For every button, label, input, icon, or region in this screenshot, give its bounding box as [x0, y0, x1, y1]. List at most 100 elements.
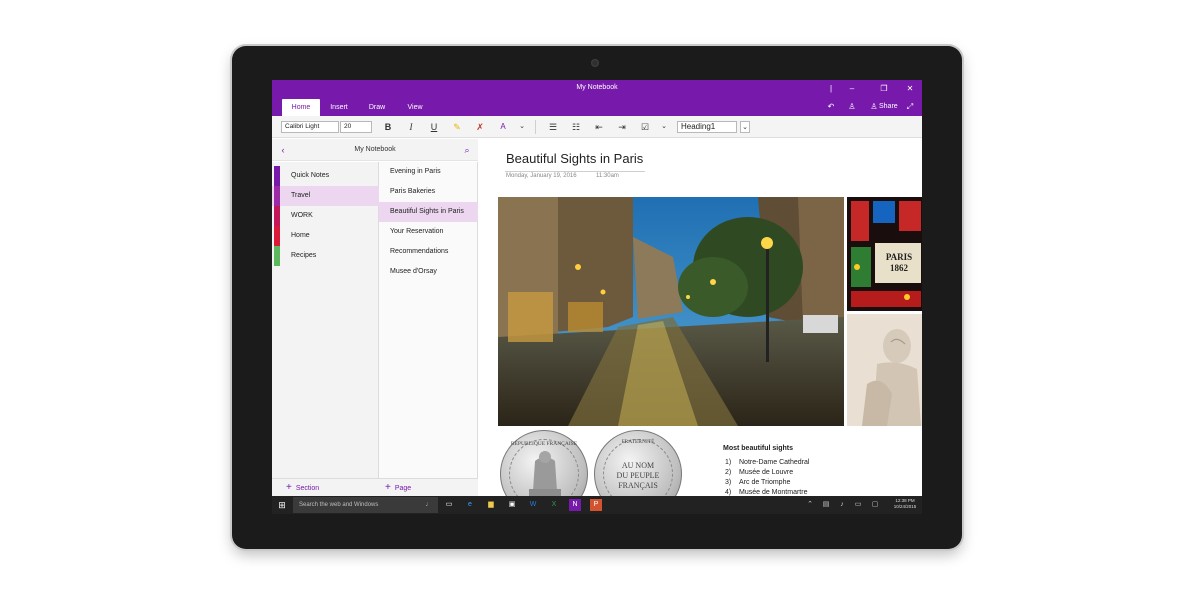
list-item[interactable]: 2) Musée de Louvre: [725, 469, 793, 476]
chevron-down-icon[interactable]: ⌄: [515, 120, 529, 134]
font-color-icon[interactable]: A: [496, 120, 510, 134]
taskbar-clock[interactable]: 12:38 PM 10/24/2015: [890, 498, 920, 510]
tab-insert[interactable]: Insert: [324, 99, 354, 116]
section-label: WORK: [291, 212, 313, 219]
bold-button[interactable]: B: [381, 120, 395, 134]
volume-icon[interactable]: ♪: [836, 499, 848, 511]
list-item[interactable]: 3) Arc de Triomphe: [725, 479, 790, 486]
section-color-tab: [274, 206, 280, 226]
powerpoint-icon[interactable]: P: [590, 499, 602, 511]
sections-list: Quick Notes Travel WORK Home Recipes: [272, 162, 379, 478]
close-icon[interactable]: ✕: [904, 83, 916, 95]
list-text: Musée de Montmartre: [739, 489, 808, 496]
page-time: 11:30am: [596, 173, 619, 179]
notebook-title[interactable]: My Notebook: [272, 146, 478, 153]
section-label: Recipes: [291, 252, 317, 259]
list-number: 4): [725, 489, 732, 496]
style-chevron-icon[interactable]: ⌄: [740, 121, 750, 133]
section-label: Home: [291, 232, 310, 239]
list-number: 3): [725, 479, 732, 486]
toolbar-divider: [535, 120, 536, 134]
notification-icon[interactable]: ▢: [869, 499, 881, 511]
add-page-button[interactable]: + Page: [379, 478, 478, 496]
add-page-label: Page: [394, 485, 412, 492]
ribbon-tabs: Home Insert Draw View ↶ ♙ ♙ Share ⤢: [272, 98, 922, 116]
tab-draw[interactable]: Draw: [364, 99, 390, 116]
page-item-your-reservation[interactable]: Your Reservation: [379, 222, 478, 242]
section-label: Travel: [291, 192, 311, 199]
underline-button[interactable]: U: [427, 120, 441, 134]
expand-icon[interactable]: ⤢: [904, 101, 916, 113]
section-item-recipes[interactable]: Recipes: [272, 246, 379, 266]
section-item-quick-notes[interactable]: Quick Notes: [272, 166, 379, 186]
highlighter-icon[interactable]: ✎: [450, 120, 464, 134]
page-item-evening-in-paris[interactable]: Evening in Paris: [379, 162, 478, 182]
windows-start-icon[interactable]: ⊞: [276, 499, 288, 511]
tray-chevron-icon[interactable]: ⌃: [804, 499, 816, 511]
share-button[interactable]: Share: [879, 101, 898, 113]
page-item-paris-bakeries[interactable]: Paris Bakeries: [379, 182, 478, 202]
font-name-box[interactable]: Calibri Light: [281, 121, 339, 133]
section-item-home[interactable]: Home: [272, 226, 379, 246]
indent-icon[interactable]: ⇥: [615, 120, 629, 134]
bullets-icon[interactable]: ☰: [546, 120, 560, 134]
store-icon[interactable]: ▣: [506, 499, 518, 511]
add-section-label: Section: [295, 485, 320, 492]
section-item-travel[interactable]: Travel: [272, 186, 379, 206]
street-scene-image: [498, 197, 844, 426]
add-section-button[interactable]: + Section: [272, 478, 379, 496]
paris-street-photo[interactable]: [498, 197, 844, 426]
outdent-icon[interactable]: ⇤: [592, 120, 606, 134]
taskbar-search-box[interactable]: Search the web and Windows: [293, 497, 438, 513]
excel-icon[interactable]: X: [548, 499, 560, 511]
section-item-work[interactable]: WORK: [272, 206, 379, 226]
plus-icon: +: [385, 482, 391, 493]
stained-glass-photo[interactable]: PARIS 1862: [847, 197, 922, 311]
search-icon[interactable]: ⌕: [460, 143, 474, 157]
onenote-screen: My Notebook | – ❐ ✕ Home Insert Draw Vie…: [272, 80, 922, 514]
list-text: Notre-Dame Cathedral: [739, 459, 810, 466]
tab-view[interactable]: View: [402, 99, 428, 116]
font-size-box[interactable]: 20: [340, 121, 372, 133]
edge-browser-icon[interactable]: e: [464, 499, 476, 511]
section-color-tab: [274, 186, 280, 206]
stained-glass-sign: PARIS 1862: [885, 252, 913, 273]
section-color-tab: [274, 246, 280, 266]
file-explorer-icon[interactable]: ▆: [485, 499, 497, 511]
tag-chevron-icon[interactable]: ⌄: [657, 120, 671, 134]
list-number: 2): [725, 469, 732, 476]
list-item[interactable]: 4) Musée de Montmartre: [725, 489, 807, 496]
navigation-header: ‹ My Notebook ⌕: [272, 139, 478, 161]
checkbox-tag-icon[interactable]: ☑: [638, 120, 652, 134]
list-title[interactable]: Most beautiful sights: [723, 445, 793, 452]
task-view-icon[interactable]: ▭: [443, 499, 455, 511]
numbering-icon[interactable]: ☷: [569, 120, 583, 134]
person-icon[interactable]: ♙: [846, 101, 858, 113]
style-box[interactable]: Heading1: [677, 121, 737, 133]
coin-right-top: FRATERNITÉ: [621, 439, 655, 445]
page-title[interactable]: Beautiful Sights in Paris: [506, 151, 643, 166]
word-icon[interactable]: W: [527, 499, 539, 511]
microphone-icon[interactable]: ♩: [423, 499, 435, 511]
page-item-beautiful-sights[interactable]: Beautiful Sights in Paris: [379, 202, 478, 222]
restore-icon[interactable]: ❐: [878, 83, 890, 95]
italic-button[interactable]: I: [404, 120, 418, 134]
onenote-icon[interactable]: N: [569, 499, 581, 511]
page-canvas[interactable]: Beautiful Sights in Paris Monday, Januar…: [478, 139, 922, 514]
list-text: Arc de Triomphe: [739, 479, 791, 486]
sculpture-photo[interactable]: [847, 314, 922, 426]
list-item[interactable]: 1) Notre-Dame Cathedral: [725, 459, 809, 466]
page-item-recommendations[interactable]: Recommendations: [379, 242, 478, 262]
network-icon[interactable]: ▤: [820, 499, 832, 511]
page-item-musee-dorsay[interactable]: Musee d'Orsay: [379, 262, 478, 282]
coin-right-line-3: FRANÇAIS: [618, 481, 658, 490]
section-color-tab: [274, 226, 280, 246]
title-underline: [505, 171, 645, 172]
sculpture-image: [847, 314, 922, 426]
minimize-icon[interactable]: –: [846, 83, 858, 95]
undo-icon[interactable]: ↶: [825, 101, 837, 113]
clear-format-icon[interactable]: ✗: [473, 120, 487, 134]
battery-icon[interactable]: ▭: [852, 499, 864, 511]
section-color-tab: [274, 166, 280, 186]
tab-home[interactable]: Home: [282, 99, 320, 116]
